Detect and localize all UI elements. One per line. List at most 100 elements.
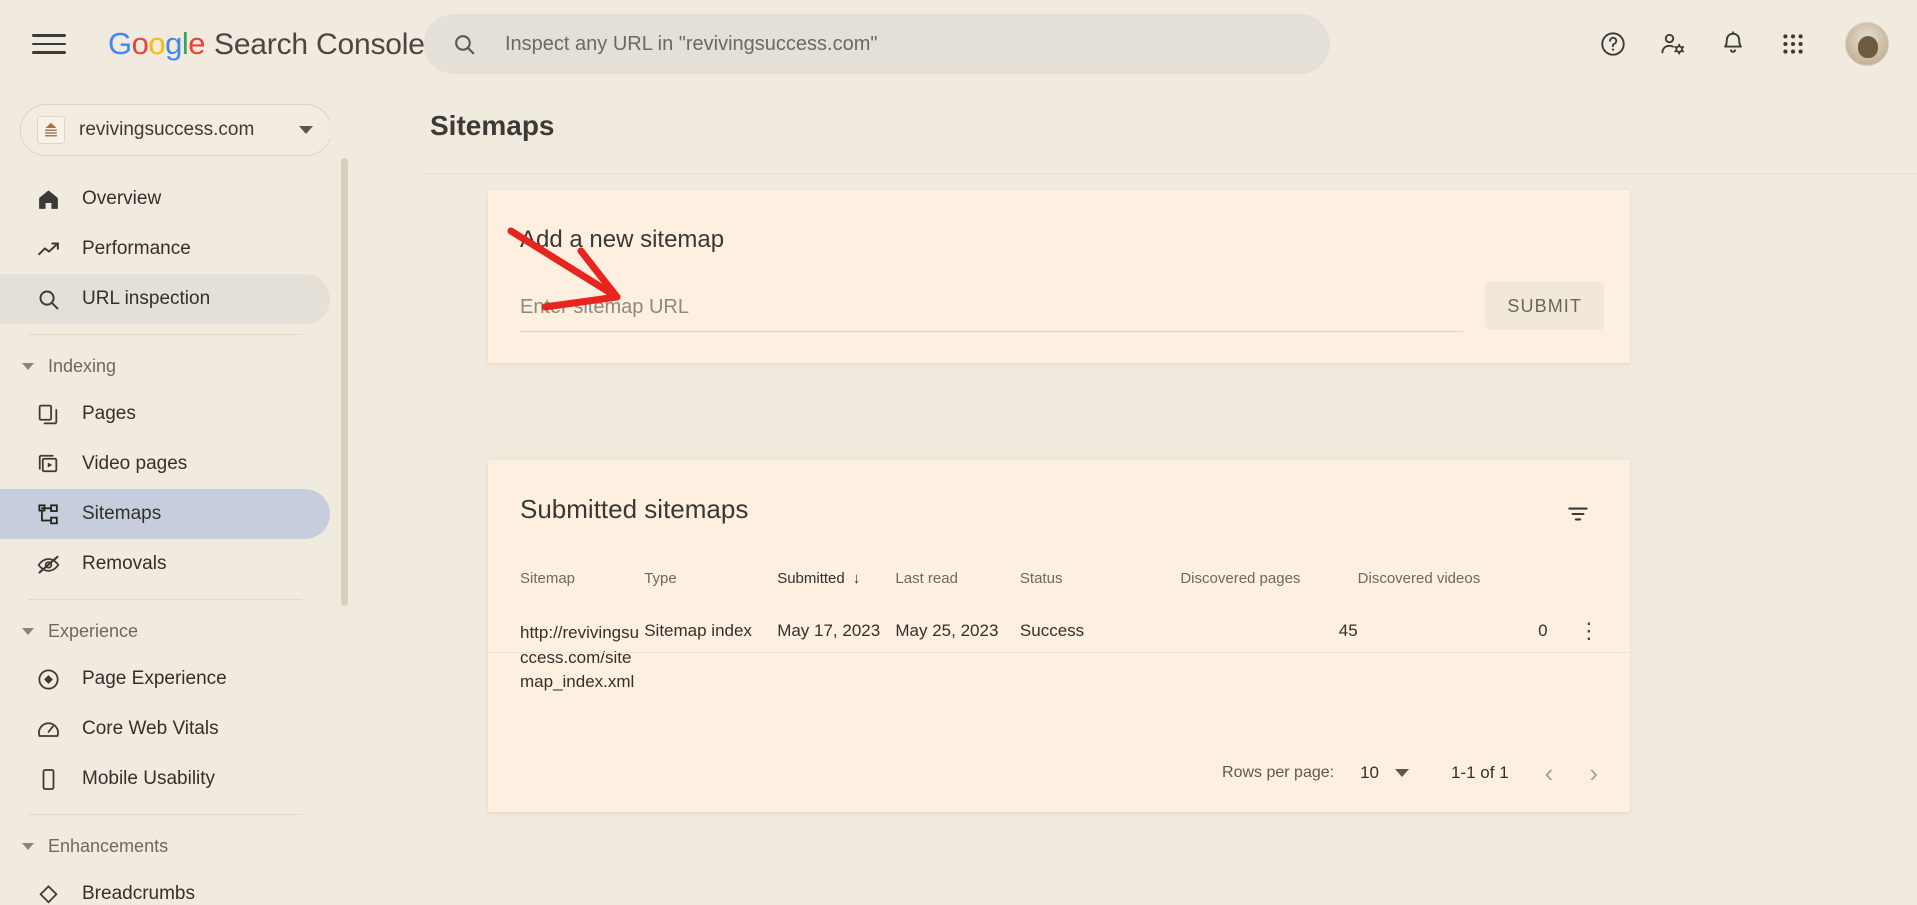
- eye-off-icon: [34, 550, 62, 578]
- title-divider: [422, 173, 1917, 174]
- help-icon[interactable]: [1587, 18, 1639, 70]
- sidebar-item-removals[interactable]: Removals: [0, 539, 330, 589]
- table-header: Sitemap Type Submitted ↓ Last read Status…: [488, 556, 1630, 603]
- add-sitemap-form: SUBMIT: [520, 282, 1604, 332]
- nav-divider: [28, 334, 302, 335]
- property-name: revivingsuccess.com: [79, 119, 255, 140]
- column-header-last-read[interactable]: Last read: [895, 556, 1020, 603]
- cell-discovered-videos: 0: [1538, 621, 1548, 640]
- sidebar-item-mobile-usability[interactable]: Mobile Usability: [0, 754, 330, 804]
- sidebar-item-core-web-vitals[interactable]: Core Web Vitals: [0, 704, 330, 754]
- table-row[interactable]: http://revivingsuccess.com/sitemap_index…: [488, 603, 1630, 711]
- top-bar-actions: [1587, 0, 1889, 88]
- sidebar-item-url-inspection[interactable]: URL inspection: [0, 274, 330, 324]
- hamburger-menu-icon[interactable]: [32, 27, 66, 61]
- sidebar-item-label: Core Web Vitals: [82, 718, 219, 739]
- breadcrumbs-icon: [34, 880, 62, 905]
- column-header-discovered-videos[interactable]: Discovered videos: [1358, 556, 1548, 603]
- brand-logo[interactable]: Google Search Console: [108, 26, 425, 62]
- sidebar-item-label: URL inspection: [82, 288, 211, 309]
- trending-up-icon: [34, 235, 62, 263]
- search-placeholder: Inspect any URL in "revivingsuccess.com": [505, 32, 878, 55]
- avatar[interactable]: [1845, 22, 1889, 66]
- sidebar-item-performance[interactable]: Performance: [0, 224, 330, 274]
- column-header-actions: [1548, 556, 1630, 603]
- mobile-phone-icon: [34, 765, 62, 793]
- sidebar-item-pages[interactable]: Pages: [0, 389, 330, 439]
- more-vert-icon[interactable]: ⋮: [1578, 620, 1600, 642]
- add-sitemap-card: Add a new sitemap SUBMIT: [488, 190, 1630, 363]
- column-header-status[interactable]: Status: [1020, 556, 1180, 603]
- cell-sitemap[interactable]: http://revivingsuccess.com/sitemap_index…: [488, 603, 644, 711]
- sidebar-item-label: Overview: [82, 188, 162, 209]
- property-site-icon: [37, 116, 65, 144]
- sidebar-item-page-experience[interactable]: Page Experience: [0, 654, 330, 704]
- cell-row-actions[interactable]: ⋮: [1548, 603, 1630, 711]
- column-header-type[interactable]: Type: [644, 556, 777, 603]
- product-name: Search Console: [214, 28, 425, 61]
- nav-group-label: Experience: [48, 620, 139, 641]
- chevron-down-icon: [22, 627, 34, 635]
- table-body: http://revivingsuccess.com/sitemap_index…: [488, 603, 1630, 711]
- top-app-bar: Google Search Console Inspect any URL in…: [0, 0, 1917, 88]
- pages-copy-icon: [34, 400, 62, 428]
- search-icon: [34, 285, 62, 313]
- sidebar-item-label: Pages: [82, 403, 136, 424]
- chevron-down-icon: [22, 842, 34, 850]
- sidebar-item-sitemaps[interactable]: Sitemaps: [0, 489, 330, 539]
- table-header-row: Sitemap Type Submitted ↓ Last read Status…: [488, 556, 1630, 603]
- previous-page-button[interactable]: ‹: [1545, 758, 1554, 789]
- nav-divider: [28, 814, 302, 815]
- account-settings-icon[interactable]: [1647, 18, 1699, 70]
- url-inspection-search-bar[interactable]: Inspect any URL in "revivingsuccess.com": [424, 14, 1330, 74]
- notifications-bell-icon[interactable]: [1707, 18, 1759, 70]
- next-page-button[interactable]: ›: [1589, 758, 1598, 789]
- sidebar-item-label: Performance: [82, 238, 191, 259]
- submitted-sitemaps-title: Submitted sitemaps: [520, 494, 749, 524]
- sitemap-url-link[interactable]: http://revivingsuccess.com/sitemap_index…: [520, 621, 644, 695]
- cell-discovered-pages: 45: [1338, 621, 1358, 640]
- property-selector[interactable]: revivingsuccess.com: [20, 104, 330, 156]
- table-row-divider: [488, 652, 1630, 653]
- page-title: Sitemaps: [430, 110, 555, 141]
- sitemaps-tree-icon: [34, 500, 62, 528]
- add-sitemap-title: Add a new sitemap: [520, 226, 725, 253]
- sitemaps-table: Sitemap Type Submitted ↓ Last read Status…: [488, 556, 1630, 711]
- submitted-sitemaps-card: Submitted sitemaps Sitemap Type Submitte…: [488, 460, 1630, 812]
- nav-group-indexing[interactable]: Indexing: [0, 343, 330, 389]
- google-wordmark: Google: [108, 26, 206, 61]
- rows-per-page-chevron-down-icon[interactable]: [1395, 769, 1409, 777]
- table-pagination: Rows per page: 10 1-1 of 1 ‹ ›: [488, 734, 1630, 812]
- sitemap-url-input[interactable]: [520, 292, 1464, 332]
- column-header-submitted-label: Submitted: [777, 570, 845, 587]
- sidebar-item-video-pages[interactable]: Video pages: [0, 439, 330, 489]
- column-header-submitted[interactable]: Submitted ↓: [777, 556, 895, 603]
- sidebar-scrollbar-thumb[interactable]: [341, 158, 348, 606]
- page-experience-icon: [34, 665, 62, 693]
- sidebar-item-label: Page Experience: [82, 668, 227, 689]
- chevron-down-icon: [22, 362, 34, 370]
- nav-divider: [28, 599, 302, 600]
- nav-list: Overview Performance URL inspection Inde…: [0, 174, 330, 905]
- sidebar-item-overview[interactable]: Overview: [0, 174, 330, 224]
- sort-descending-icon: ↓: [852, 570, 861, 587]
- search-icon: [455, 34, 475, 55]
- search-console-app: Google Search Console Inspect any URL in…: [0, 0, 1917, 905]
- column-header-sitemap[interactable]: Sitemap: [488, 556, 644, 603]
- speedometer-icon: [34, 715, 62, 743]
- column-header-discovered-pages[interactable]: Discovered pages: [1180, 556, 1357, 603]
- cell-type: Sitemap index: [644, 621, 752, 640]
- filter-icon[interactable]: [1556, 492, 1600, 536]
- video-pages-icon: [34, 450, 62, 478]
- chevron-down-icon: [299, 126, 313, 134]
- apps-grid-icon[interactable]: [1767, 18, 1819, 70]
- home-icon: [34, 185, 62, 213]
- sidebar-item-breadcrumbs[interactable]: Breadcrumbs: [0, 869, 330, 905]
- submit-button[interactable]: SUBMIT: [1485, 282, 1604, 330]
- nav-group-experience[interactable]: Experience: [0, 608, 330, 654]
- sidebar-item-label: Video pages: [82, 453, 188, 474]
- nav-group-enhancements[interactable]: Enhancements: [0, 823, 330, 869]
- rows-per-page-value[interactable]: 10: [1360, 763, 1379, 783]
- nav-group-label: Enhancements: [48, 835, 169, 856]
- nav-group-label: Indexing: [48, 355, 117, 376]
